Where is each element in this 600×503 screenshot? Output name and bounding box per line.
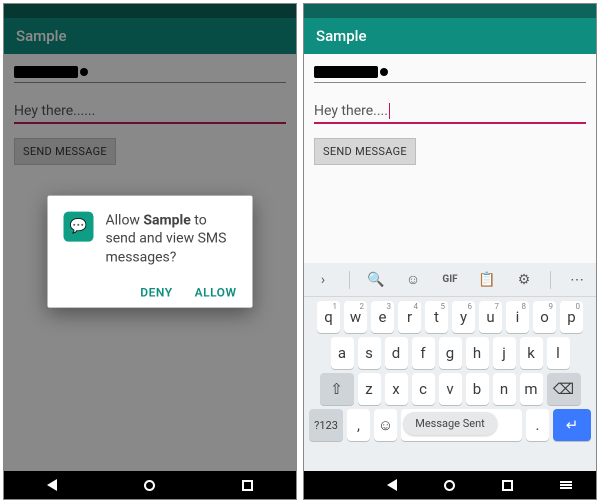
key-n[interactable]: n	[493, 373, 516, 405]
sms-icon: 💬	[64, 211, 94, 241]
toast-message: Message Sent	[403, 412, 497, 435]
key-k[interactable]: k	[520, 337, 543, 369]
key-j[interactable]: j	[493, 337, 516, 369]
soft-keyboard: › 🔍 ☺ GIF 📋 ⚙ ⋯ q1w2e3r4t5y6u7i8o9p0 asd…	[304, 263, 596, 471]
key-s[interactable]: s	[358, 337, 381, 369]
status-bar	[304, 4, 596, 18]
recent-apps-button-icon[interactable]	[502, 480, 513, 491]
keyboard-row-2: asdfghjkl	[304, 333, 596, 369]
app-bar: Sample	[304, 18, 596, 54]
key-b[interactable]: b	[466, 373, 489, 405]
key-d[interactable]: d	[385, 337, 408, 369]
key-r[interactable]: r4	[398, 301, 421, 333]
key-i[interactable]: i8	[506, 301, 529, 333]
keyboard-row-3: ⇧zxcvbnm⌫	[304, 369, 596, 405]
back-button-icon[interactable]	[387, 479, 397, 491]
dialog-app-name: Sample	[143, 212, 190, 228]
screen-content: Hey there.... SEND MESSAGE	[304, 54, 596, 173]
permission-dialog-text: Allow Sample to send and view SMS messag…	[106, 211, 237, 268]
dialog-text-pre: Allow	[106, 212, 144, 228]
right-screenshot: Sample Hey there.... SEND MESSAGE › 🔍 ☺ …	[303, 3, 597, 500]
shift-key[interactable]: ⇧	[320, 373, 354, 405]
keyboard-toggle-icon[interactable]	[560, 481, 572, 489]
keyboard-row-1: q1w2e3r4t5y6u7i8o9p0	[304, 297, 596, 333]
recent-apps-button-icon[interactable]	[242, 480, 253, 491]
toast-text: Message Sent	[415, 417, 485, 430]
separator	[550, 271, 551, 289]
chevron-right-icon[interactable]: ›	[312, 272, 334, 288]
message-text: Hey there....	[314, 103, 388, 119]
permission-dialog: 💬 Allow Sample to send and view SMS mess…	[48, 195, 253, 308]
key-o[interactable]: o9	[533, 301, 556, 333]
clipboard-icon[interactable]: 📋	[476, 272, 498, 288]
more-icon[interactable]: ⋯	[566, 272, 588, 288]
key-l[interactable]: l	[547, 337, 570, 369]
symbols-key[interactable]: ?123	[309, 409, 343, 441]
navigation-bar	[304, 471, 596, 499]
key-q[interactable]: q1	[317, 301, 340, 333]
key-w[interactable]: w2	[344, 301, 367, 333]
navigation-bar	[4, 471, 296, 499]
app-title: Sample	[316, 27, 367, 45]
sticker-icon[interactable]: ☺	[402, 271, 424, 288]
emoji-key[interactable]: ☺	[374, 409, 397, 441]
period-key[interactable]: .	[526, 409, 549, 441]
key-f[interactable]: f	[412, 337, 435, 369]
settings-icon[interactable]: ⚙	[513, 272, 535, 288]
key-t[interactable]: t5	[425, 301, 448, 333]
comma-key[interactable]: ,	[347, 409, 370, 441]
key-c[interactable]: c	[412, 373, 435, 405]
gif-icon[interactable]: GIF	[439, 274, 461, 285]
left-screenshot: Sample Hey there...... SEND MESSAGE 💬 Al…	[3, 3, 297, 500]
back-button-icon[interactable]	[47, 479, 57, 491]
phone-field-underline	[314, 82, 586, 83]
key-g[interactable]: g	[439, 337, 462, 369]
key-h[interactable]: h	[466, 337, 489, 369]
key-v[interactable]: v	[439, 373, 462, 405]
key-z[interactable]: z	[358, 373, 381, 405]
send-button-label: SEND MESSAGE	[323, 145, 407, 158]
home-button-icon[interactable]	[444, 480, 455, 491]
home-button-icon[interactable]	[144, 480, 155, 491]
enter-key[interactable]: ↵	[553, 409, 591, 441]
deny-button[interactable]: DENY	[140, 286, 172, 300]
key-x[interactable]: x	[385, 373, 408, 405]
send-message-button[interactable]: SEND MESSAGE	[314, 138, 416, 165]
keyboard-suggestion-bar: › 🔍 ☺ GIF 📋 ⚙ ⋯	[304, 263, 596, 297]
phone-number-field-redacted[interactable]	[314, 66, 378, 78]
separator	[349, 271, 350, 289]
key-u[interactable]: u7	[479, 301, 502, 333]
backspace-key[interactable]: ⌫	[547, 373, 581, 405]
key-p[interactable]: p0	[560, 301, 583, 333]
key-e[interactable]: e3	[371, 301, 394, 333]
message-field[interactable]: Hey there....	[314, 103, 586, 124]
search-icon[interactable]: 🔍	[365, 272, 387, 288]
key-a[interactable]: a	[331, 337, 354, 369]
key-y[interactable]: y6	[452, 301, 475, 333]
text-cursor	[389, 103, 390, 119]
allow-button[interactable]: ALLOW	[195, 286, 237, 300]
key-m[interactable]: m	[520, 373, 543, 405]
